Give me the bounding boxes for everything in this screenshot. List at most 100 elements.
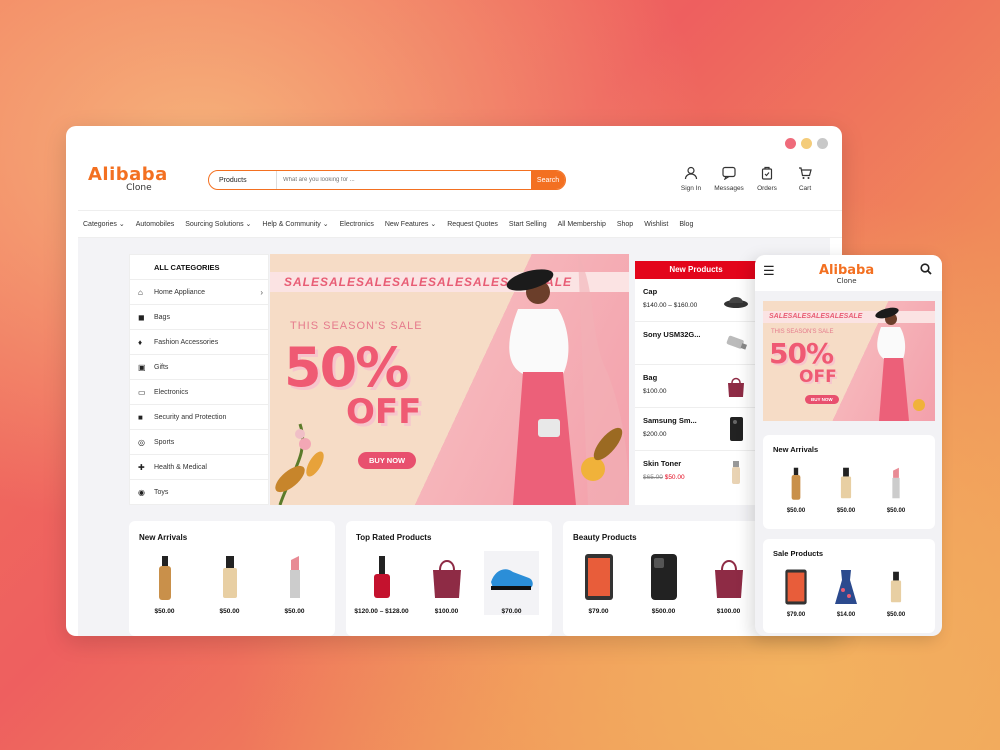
product-tile[interactable]: $120.00 – $128.00 [354,551,409,615]
nav-label: New Features [384,221,429,228]
category-toys[interactable]: ◉ Toys [130,479,268,504]
search-category-select[interactable]: Products [209,171,277,189]
search-icon[interactable] [920,263,932,278]
logo-subtext: Clone [836,277,857,285]
nav-electronics[interactable]: Electronics [340,221,374,228]
chevron-down-icon: ⌄ [322,221,329,228]
product-tile[interactable]: $79.00 [773,567,819,618]
search-button[interactable]: Search [531,171,565,189]
dress-icon [835,570,857,604]
category-security[interactable]: ■ Security and Protection [130,404,268,429]
category-sports[interactable]: ◎ Sports [130,429,268,454]
new-product-item[interactable]: Cap $140.00 – $160.00 [635,279,757,322]
product-tile[interactable]: $50.00 [267,551,322,615]
mobile-logo[interactable]: Alibaba Clone [819,262,874,285]
hamburger-menu-icon[interactable]: ☰ [763,263,775,279]
messages-label: Messages [714,185,744,192]
nav-automobiles[interactable]: Automobiles [136,221,175,228]
message-icon [722,166,736,182]
category-electronics[interactable]: ▭ Electronics [130,379,268,404]
nav-wishlist[interactable]: Wishlist [644,221,668,228]
nav-sourcing-solutions[interactable]: Sourcing Solutions ⌄ [185,220,251,228]
phone-icon [730,417,743,441]
category-title: ALL CATEGORIES [154,263,220,272]
top-rated-card: Top Rated Products $120.00 – $128.00 $10… [346,521,552,636]
new-products-panel: New Products Cap $140.00 – $160.00 Sony … [635,261,757,505]
nav-start-selling[interactable]: Start Selling [509,221,547,228]
nav-all-membership[interactable]: All Membership [558,221,606,228]
product-tile[interactable]: $50.00 [202,551,257,615]
product-tile[interactable]: $50.00 [137,551,192,615]
nav-categories[interactable]: Categories ⌄ [83,220,125,228]
chevron-right-icon: › [260,287,263,297]
product-tile[interactable]: $100.00 [701,551,756,615]
nav-request-quotes[interactable]: Request Quotes [447,221,498,228]
new-product-item[interactable]: Skin Toner $65.00 $50.00 [635,451,757,494]
product-price: $50.00 [786,508,806,514]
category-bags[interactable]: ◼ Bags [130,304,268,329]
discount-percent: 50% [284,336,409,399]
header-actions: Sign In Messages Orders Cart [672,166,824,192]
product-price: $79.00 [786,612,806,618]
lipstick-icon [289,556,300,598]
product-price: $70.00 [501,608,522,615]
window-dot-yellow[interactable] [801,138,812,149]
search-input[interactable] [277,177,531,183]
category-health[interactable]: ✚ Health & Medical [130,454,268,479]
product-tile[interactable]: $50.00 [873,463,919,514]
product-tile[interactable]: $50.00 [823,463,869,514]
product-price: $14.00 [836,612,856,618]
messages-button[interactable]: Messages [710,166,748,192]
mobile-new-arrivals-card: New Arrivals $50.00 $50.00 $50.00 [763,435,935,529]
season-sale-text: THIS SEASON'S SALE [771,329,834,335]
buy-now-button[interactable]: BUY NOW [805,395,839,404]
spray-bottle-icon [158,556,171,600]
new-product-item[interactable]: Sony USM32G... [635,322,757,365]
nail-polish-icon [373,556,390,598]
nav-help-community[interactable]: Help & Community ⌄ [262,220,328,228]
main-nav: Categories ⌄ Automobiles Sourcing Soluti… [78,210,842,238]
gift-icon: ▣ [138,362,146,372]
nav-label: Categories [83,221,117,228]
mobile-mockup: ☰ Alibaba Clone SALESALESALESALESALE THI… [755,255,942,636]
cart-button[interactable]: Cart [786,166,824,192]
product-tile[interactable]: $500.00 [636,551,691,615]
tablet-icon [785,569,807,605]
new-products-title: New Products [635,261,757,279]
product-price: $50.00 [219,608,240,615]
category-fashion-accessories[interactable]: ♦ Fashion Accessories [130,329,268,354]
nav-shop[interactable]: Shop [617,221,633,228]
product-price: $100.00 [434,608,459,615]
window-dot-red[interactable] [785,138,796,149]
new-product-item[interactable]: Bag $100.00 [635,365,757,408]
window-dot-gray[interactable] [817,138,828,149]
user-icon [684,166,698,182]
product-price: $500.00 [651,608,676,615]
nav-blog[interactable]: Blog [679,221,693,228]
product-price: $50.00 [284,608,305,615]
bag-icon: ◼ [138,312,145,322]
orders-button[interactable]: Orders [748,166,786,192]
nav-new-features[interactable]: New Features ⌄ [385,220,436,228]
product-tile[interactable]: $50.00 [873,567,919,618]
category-label: Fashion Accessories [154,338,219,346]
cap-icon [724,297,748,308]
category-gifts[interactable]: ▣ Gifts [130,354,268,379]
discount-off: OFF [799,367,837,387]
product-tile[interactable]: $100.00 [419,551,474,615]
hero-banner[interactable]: SALESALESALESALESALESALESALESALE THIS SE… [270,254,629,505]
site-logo[interactable]: Alibaba Clone [88,166,168,193]
product-tile[interactable]: $50.00 [773,463,819,514]
new-product-item[interactable]: Samsung Sm... $200.00 [635,408,757,451]
sign-in-button[interactable]: Sign In [672,166,710,192]
bottle-icon [732,461,740,484]
product-tile[interactable]: $79.00 [571,551,626,615]
product-price: $50.00 [886,508,906,514]
product-tile[interactable]: $70.00 [484,551,539,615]
product-tile[interactable]: $14.00 [823,567,869,618]
mobile-hero-banner[interactable]: SALESALESALESALESALE THIS SEASON'S SALE … [763,301,935,421]
category-label: Gifts [154,363,169,371]
card-title: New Arrivals [773,445,819,454]
category-home-appliance[interactable]: ⌂ Home Appliance › [130,279,268,304]
buy-now-button[interactable]: BUY NOW [358,452,417,469]
